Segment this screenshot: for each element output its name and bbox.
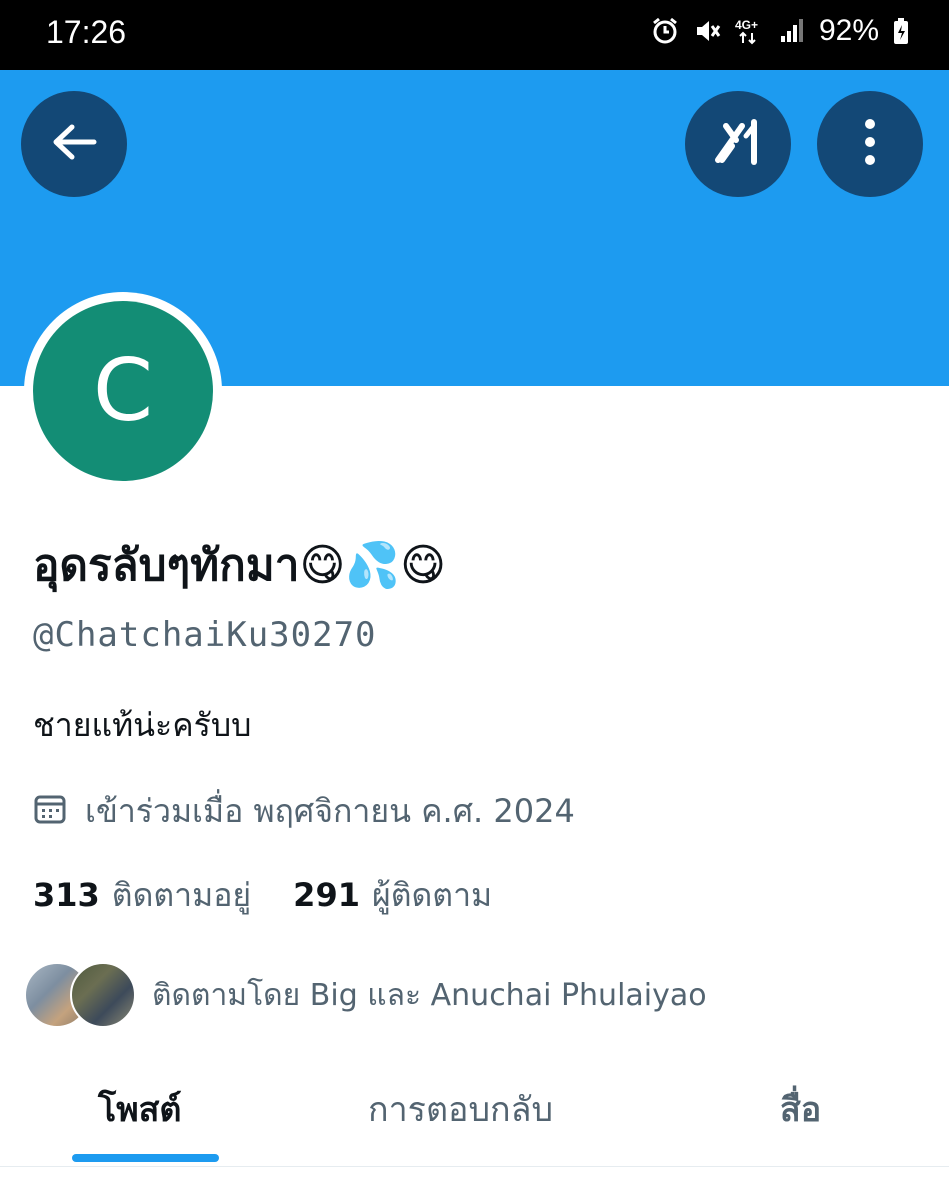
4g-icon: 4G+	[735, 17, 765, 45]
following-label: ติดตามอยู่	[111, 876, 252, 914]
follow-stats: 313 ติดตามอยู่ 291 ผู้ติดตาม	[33, 870, 492, 921]
grok-button[interactable]	[685, 91, 791, 197]
avatar-letter: C	[92, 341, 154, 441]
follower-avatar	[70, 962, 136, 1028]
arrow-left-icon	[50, 122, 98, 166]
battery-icon	[893, 17, 909, 45]
tab-replies[interactable]: การตอบกลับ	[368, 1082, 553, 1136]
mute-icon	[693, 17, 721, 45]
active-tab-indicator	[72, 1154, 219, 1162]
display-name: อุดรลับๆทักมา😋💦😋	[33, 540, 447, 591]
following-count: 313	[33, 876, 100, 914]
signal-icon	[779, 18, 805, 44]
join-date: เข้าร่วมเมื่อ พฤศจิกายน ค.ศ. 2024	[33, 786, 575, 837]
avatar[interactable]: C	[33, 301, 213, 481]
battery-percent: 92%	[818, 14, 879, 47]
calendar-icon	[33, 791, 67, 833]
tab-posts[interactable]: โพสต์	[98, 1082, 182, 1136]
alarm-icon	[651, 17, 679, 45]
followed-by-text: ติดตามโดย Big และ Anuchai Phulaiyao	[152, 977, 707, 1013]
back-button[interactable]	[21, 91, 127, 197]
svg-text:4G+: 4G+	[735, 18, 758, 32]
followers-label: ผู้ติดตาม	[371, 876, 493, 914]
status-time: 17:26	[46, 14, 127, 50]
user-handle: @ChatchaiKu30270	[33, 615, 377, 655]
status-icons: 4G+ 92%	[651, 14, 909, 48]
join-date-text: เข้าร่วมเมื่อ พฤศจิกายน ค.ศ. 2024	[85, 792, 575, 830]
tab-media[interactable]: สื่อ	[780, 1082, 821, 1136]
followed-by[interactable]: ติดตามโดย Big และ Anuchai Phulaiyao	[24, 962, 707, 1028]
status-bar: 17:26 4G+ 92%	[0, 0, 949, 70]
grok-icon	[712, 116, 764, 172]
bio: ชายแท้น่ะครับบ	[33, 706, 252, 744]
profile-tabs: โพสต์ การตอบกลับ สื่อ	[0, 1060, 949, 1167]
more-vertical-icon	[862, 117, 878, 171]
more-button[interactable]	[817, 91, 923, 197]
following-link[interactable]: 313 ติดตามอยู่	[33, 870, 251, 921]
followers-count: 291	[293, 876, 360, 914]
followers-link[interactable]: 291 ผู้ติดตาม	[293, 870, 492, 921]
